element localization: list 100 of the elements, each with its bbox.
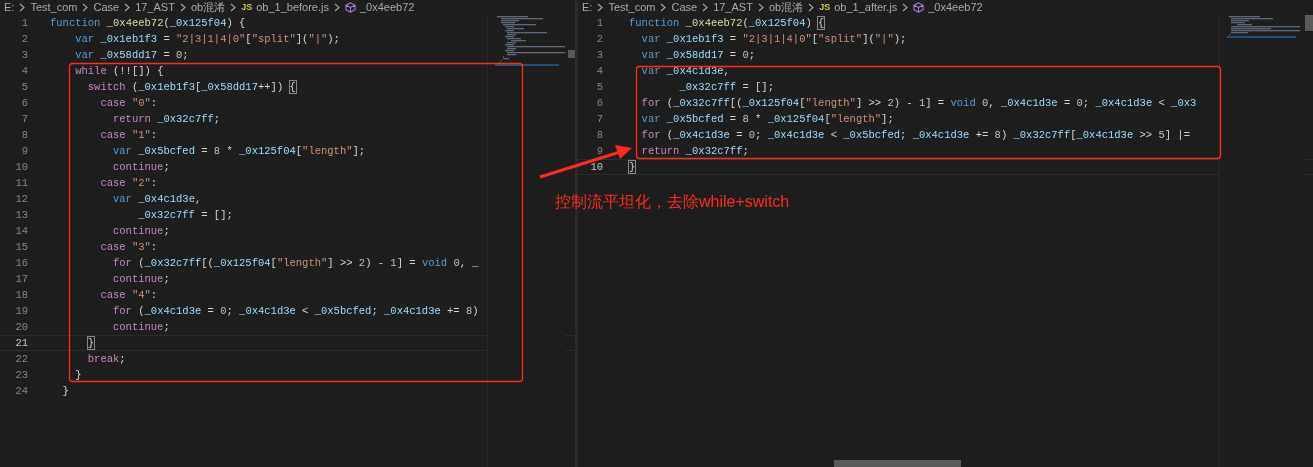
cube-icon (344, 2, 356, 13)
code-line: _0x32c7ff = []; (137, 208, 233, 223)
scrollbar-thumb[interactable] (1305, 15, 1313, 31)
chevron-icon (123, 3, 132, 12)
breadcrumb-item[interactable]: E: (4, 0, 15, 15)
code-line: continue; (112, 272, 170, 287)
code-line: function _0x4eeb72(_0x125f04) { (629, 16, 825, 31)
line-number: 14 (14, 224, 28, 239)
scrollbar-thumb[interactable] (834, 460, 961, 467)
breadcrumb-item[interactable]: _0x4eeb72 (359, 0, 415, 15)
chevron-icon (756, 3, 765, 12)
line-number: 9 (20, 144, 28, 159)
line-number: 7 (595, 112, 603, 127)
chevron-icon (596, 3, 605, 12)
code-line: var _0x4c1d3e, (112, 192, 202, 207)
line-number: 19 (14, 304, 28, 319)
code-line: case "0": (99, 96, 158, 111)
file-type-label: JS (819, 1, 831, 14)
file-type-label: JS (241, 1, 253, 14)
code-line: var _0x1eb1f3 = "2|3|1|4|0"["split"]("|"); (640, 32, 907, 47)
code-line: } (61, 384, 69, 399)
line-number: 5 (20, 80, 28, 95)
code-line: return _0x32c7ff; (112, 112, 221, 127)
line-number: 4 (20, 64, 28, 79)
code-line: case "3": (99, 240, 158, 255)
line-number: 4 (595, 64, 603, 79)
code-line: continue; (112, 160, 170, 175)
code-line: function _0x4eeb72(_0x125f04) { (50, 16, 246, 31)
line-number: 16 (14, 256, 28, 271)
code-line: for (_0x4c1d3e = 0; _0x4c1d3e < _0x5bcfed; _0x4c1d3e += 8) (112, 304, 479, 319)
code-line: var _0x58dd17 = 0; (640, 48, 756, 63)
line-number: 11 (14, 176, 28, 191)
line-number: 1 (20, 16, 28, 31)
code-line: case "1": (99, 128, 158, 143)
code-line: switch (_0x1eb1f3[_0x58dd17++]) { (86, 80, 296, 95)
breadcrumb-item[interactable]: _0x4eeb72 (928, 0, 983, 15)
chevron-icon (18, 3, 27, 12)
line-number: 5 (595, 80, 603, 95)
line-number: 6 (20, 96, 28, 111)
chevron-icon (701, 3, 710, 12)
cube-icon (913, 2, 925, 13)
code-line: case "2": (99, 176, 158, 191)
code-line: var _0x4c1d3e, (640, 64, 730, 79)
scrollbar-thumb[interactable] (568, 50, 575, 58)
chevron-icon (229, 3, 238, 12)
code-line: while (!![]) { (74, 64, 164, 79)
line-number: 15 (14, 240, 28, 255)
code-line: var _0x5bcfed = 8 * _0x125f04["length"]; (640, 112, 894, 127)
line-number: 21 (14, 336, 28, 350)
line-number: 2 (20, 32, 28, 47)
chevron-icon (807, 3, 816, 12)
code-line: var _0x5bcfed = 8 * _0x125f04["length"]; (112, 144, 366, 159)
code-line: for (_0x32c7ff[(_0x125f04["length"] >> 2) - 1] = void 0, _ (112, 256, 479, 271)
line-number: 18 (14, 288, 28, 303)
line-number: 6 (595, 96, 603, 111)
line-number: 13 (14, 208, 28, 223)
breadcrumb-item[interactable]: ob混淆 (768, 0, 804, 15)
code-line: } (629, 160, 636, 174)
breadcrumb-item[interactable]: ob混淆 (190, 0, 226, 15)
chevron-icon (81, 3, 90, 12)
line-number: 7 (20, 112, 28, 127)
line-number: 10 (589, 160, 603, 174)
chevron-icon (332, 3, 341, 12)
chevron-icon (178, 3, 187, 12)
code-line: for (_0x4c1d3e = 0; _0x4c1d3e < _0x5bcfed; _0x4c1d3e += 8) _0x32c7ff[_0x4c1d3e >> 5] |= (640, 128, 1190, 143)
breadcrumb-item[interactable]: ob_1_after.js (834, 0, 898, 15)
minimap[interactable] (1219, 15, 1302, 467)
breadcrumb-item[interactable]: 17_AST (135, 0, 175, 15)
code-line: continue; (112, 224, 170, 239)
line-number: 23 (14, 368, 28, 383)
code-line: var _0x1eb1f3 = "2|3|1|4|0"["split"]("|"); (74, 32, 340, 47)
code-line: var _0x58dd17 = 0; (74, 48, 189, 63)
line-number: 24 (14, 384, 28, 399)
breadcrumb-item[interactable]: Case (93, 0, 120, 15)
line-number: 1 (595, 16, 603, 31)
code-line: _0x32c7ff = []; (678, 80, 774, 95)
chevron-icon (659, 3, 668, 12)
line-number: 17 (14, 272, 28, 287)
line-number: 3 (20, 48, 28, 63)
breadcrumb-item[interactable]: Test_com (608, 0, 656, 15)
breadcrumb-item[interactable]: ob_1_before.js (256, 0, 329, 15)
breadcrumb-item[interactable]: Case (671, 0, 698, 15)
line-number: 12 (14, 192, 28, 207)
line-number: 20 (14, 320, 28, 335)
breadcrumb-item[interactable]: Test_com (30, 0, 78, 15)
code-line: for (_0x32c7ff[(_0x125f04["length"] >> 2) - 1] = void 0, _0x4c1d3e = 0; _0x4c1d3e < _0x3 (640, 96, 1197, 111)
code-line: continue; (112, 320, 170, 335)
line-number: 22 (14, 352, 28, 367)
line-number: 9 (595, 144, 603, 159)
code-line: break; (86, 352, 126, 367)
annotation-text: 控制流平坦化，去除while+switch (555, 192, 790, 212)
breadcrumb-item[interactable]: 17_AST (713, 0, 753, 15)
code-line: } (86, 336, 95, 350)
code-line: return _0x32c7ff; (640, 144, 749, 159)
chevron-icon (901, 3, 910, 12)
code-line: case "4": (99, 288, 158, 303)
line-number: 8 (595, 128, 603, 143)
line-number: 8 (20, 128, 28, 143)
line-number: 10 (14, 160, 28, 175)
breadcrumb-item[interactable]: E: (582, 0, 593, 15)
